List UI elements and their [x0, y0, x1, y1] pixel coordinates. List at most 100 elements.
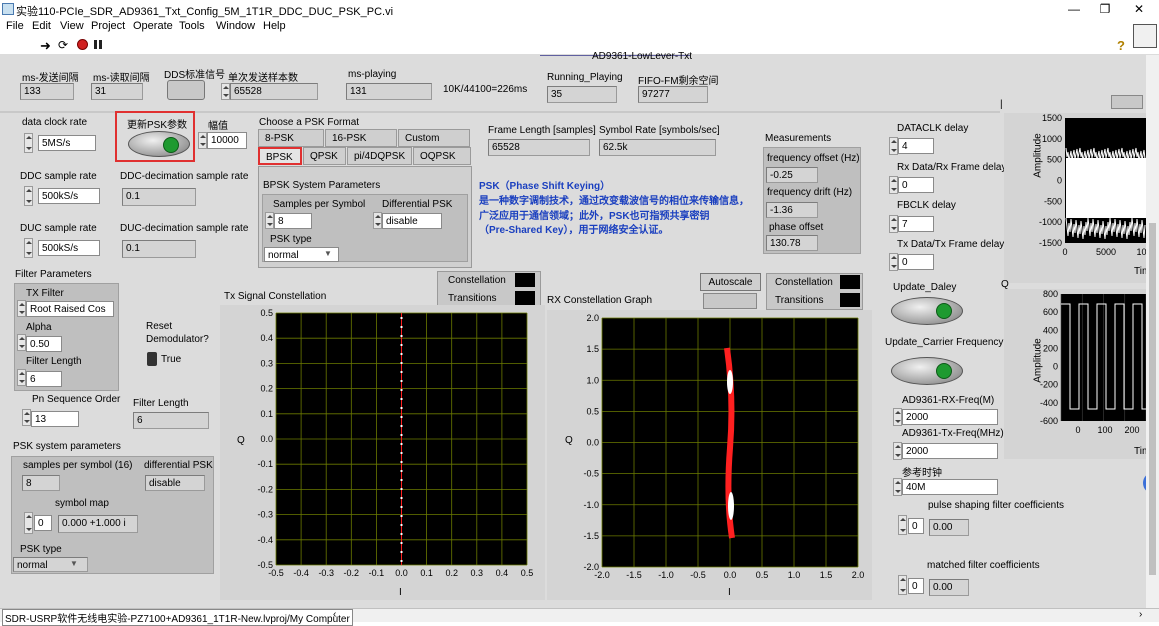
tx-symbol-point — [400, 533, 403, 535]
psk-type-label: PSK type — [270, 234, 312, 245]
rx-transitions-swatch[interactable] — [840, 293, 860, 307]
menu-file[interactable]: File — [6, 20, 24, 32]
tab-qpsk[interactable]: QPSK — [303, 147, 346, 165]
dataclk-input[interactable]: 4 — [898, 138, 934, 154]
symbol-index-input[interactable]: 0 — [34, 515, 52, 531]
duc-spinner[interactable] — [24, 238, 33, 258]
diff-spinner[interactable] — [373, 212, 382, 229]
dds-label: DDS标准信号 — [164, 70, 226, 81]
graph-tools-button[interactable] — [1111, 95, 1143, 109]
symbol-index-spinner[interactable] — [24, 512, 33, 534]
pn-spinner[interactable] — [22, 409, 31, 426]
fifo-label: FIFO-FM剩余空间 — [638, 76, 719, 87]
fbclk-input[interactable]: 7 — [898, 216, 934, 232]
project-path: SDR-USRP软件无线电实验-PZ7100+AD9361_1T1R-New.l… — [2, 609, 353, 626]
restore-button[interactable]: ❐ — [1090, 1, 1120, 18]
pn-input[interactable]: 13 — [31, 411, 79, 427]
filter-length-input[interactable]: 6 — [26, 371, 62, 387]
amp-input[interactable]: 10000 — [207, 132, 247, 149]
filter-length2-label: Filter Length — [133, 398, 189, 409]
run-arrow-icon[interactable]: ➜ — [40, 38, 51, 54]
dds-toggle[interactable] — [167, 80, 205, 100]
rx-constellation-graph[interactable]: 2.01.51.00.50.0-0.5-1.0-1.5-2.0-2.0 -1.5-… — [547, 310, 872, 600]
menu-operate[interactable]: Operate — [133, 20, 173, 32]
pause-icon[interactable] — [94, 40, 97, 49]
y-tick-label: 0.3 — [260, 358, 273, 368]
i-time-graph[interactable]: 150010005000-500-1000-150005000100 — [1004, 113, 1146, 283]
run-continuously-icon[interactable]: ⟳ — [58, 38, 68, 52]
rxframe-spinner[interactable] — [889, 176, 898, 194]
dcr-spinner[interactable] — [24, 133, 33, 153]
tab-bpsk[interactable]: BPSK — [258, 147, 302, 165]
q-time-graph[interactable]: 8006004002000-200-400-6000100200300 — [1004, 289, 1146, 459]
menu-edit[interactable]: Edit — [32, 20, 51, 32]
close-button[interactable]: ✕ — [1124, 1, 1154, 18]
reset-toggle[interactable] — [147, 352, 157, 366]
psk-type-label-left: PSK type — [20, 544, 62, 555]
mf-index-input[interactable]: 0 — [908, 578, 924, 594]
abort-icon[interactable] — [77, 39, 88, 50]
y-tick-label: -1.0 — [583, 500, 599, 510]
sps-label: Samples per Symbol — [273, 199, 366, 210]
menu-window[interactable]: Window — [216, 20, 255, 32]
dcr-select[interactable]: 5MS/s — [38, 135, 96, 151]
sps-input[interactable]: 8 — [274, 213, 312, 229]
duc-select[interactable]: 500kS/s — [38, 240, 100, 256]
mf-spinner[interactable] — [898, 575, 907, 595]
txfreq-spinner[interactable] — [893, 442, 902, 460]
rxfreq-spinner[interactable] — [893, 408, 902, 426]
single-send-spinner[interactable] — [221, 83, 230, 100]
amp-spinner[interactable] — [198, 132, 207, 149]
ddc-select[interactable]: 500kS/s — [38, 188, 100, 204]
rxfreq-input[interactable]: 2000 — [902, 409, 998, 425]
graph-palette[interactable] — [703, 293, 757, 309]
tab-pi4dqpsk[interactable]: pi/4DQPSK — [347, 147, 412, 165]
tab-8psk[interactable]: 8-PSK — [258, 129, 324, 147]
tab-custom[interactable]: Custom — [398, 129, 470, 147]
alpha-input[interactable]: 0.50 — [26, 336, 62, 352]
y-tick-label: 500 — [1047, 155, 1062, 165]
menu-help[interactable]: Help — [263, 20, 286, 32]
rxframe-input[interactable]: 0 — [898, 177, 934, 193]
minimize-button[interactable]: — — [1059, 1, 1089, 18]
update-psk-button[interactable] — [128, 131, 190, 157]
menu-view[interactable]: View — [60, 20, 84, 32]
tx-filter-select[interactable]: Root Raised Cos — [26, 301, 114, 317]
psf-spinner[interactable] — [898, 515, 907, 535]
scroll-left-icon[interactable]: ‹ — [333, 609, 336, 620]
tx-constellation-graph[interactable]: 0.5 0.4 0.3 0.2 0.1 0.0 -0.1 -0.2 -0.3 -0.4 -0.5 -0… — [220, 305, 545, 600]
y-tick-label: 0.0 — [260, 434, 273, 444]
txframe-input[interactable]: 0 — [898, 254, 934, 270]
refclk-input[interactable]: 40M — [902, 479, 998, 495]
autoscale-button[interactable]: Autoscale — [700, 273, 761, 291]
update-delay-button[interactable] — [891, 297, 963, 325]
ddc-spinner[interactable] — [24, 186, 33, 206]
vertical-scrollbar[interactable] — [1146, 55, 1159, 608]
refclk-spinner[interactable] — [893, 478, 902, 496]
rx-constellation-swatch[interactable] — [840, 275, 860, 289]
fbclk-spinner[interactable] — [889, 215, 898, 233]
menu-tools[interactable]: Tools — [179, 20, 205, 32]
alpha-spinner[interactable] — [17, 334, 26, 351]
x-tick-label: 1.5 — [820, 570, 833, 580]
psf-index-input[interactable]: 0 — [908, 518, 924, 534]
tab-16psk[interactable]: 16-PSK — [325, 129, 397, 147]
menu-project[interactable]: Project — [91, 20, 125, 32]
dataclk-spinner[interactable] — [889, 137, 898, 155]
tx-filter-label: TX Filter — [26, 288, 64, 299]
scrollbar-thumb[interactable] — [1149, 223, 1156, 575]
update-cf-button[interactable] — [891, 357, 963, 385]
txfreq-input[interactable]: 2000 — [902, 443, 998, 459]
freq-offset-indicator: -0.25 — [766, 167, 818, 183]
help-icon[interactable]: ? — [1117, 38, 1125, 53]
tx-filter-spinner[interactable] — [17, 300, 26, 317]
filter-length-spinner[interactable] — [17, 369, 26, 386]
sps-spinner[interactable] — [265, 212, 274, 229]
txframe-spinner[interactable] — [889, 253, 898, 271]
tx-transitions-swatch[interactable] — [515, 291, 535, 305]
scroll-right-icon[interactable]: › — [1139, 609, 1142, 620]
diff-select[interactable]: disable — [382, 213, 442, 229]
tab-oqpsk[interactable]: OQPSK — [413, 147, 471, 165]
tx-constellation-swatch[interactable] — [515, 273, 535, 287]
single-send-input[interactable]: 65528 — [230, 83, 318, 100]
